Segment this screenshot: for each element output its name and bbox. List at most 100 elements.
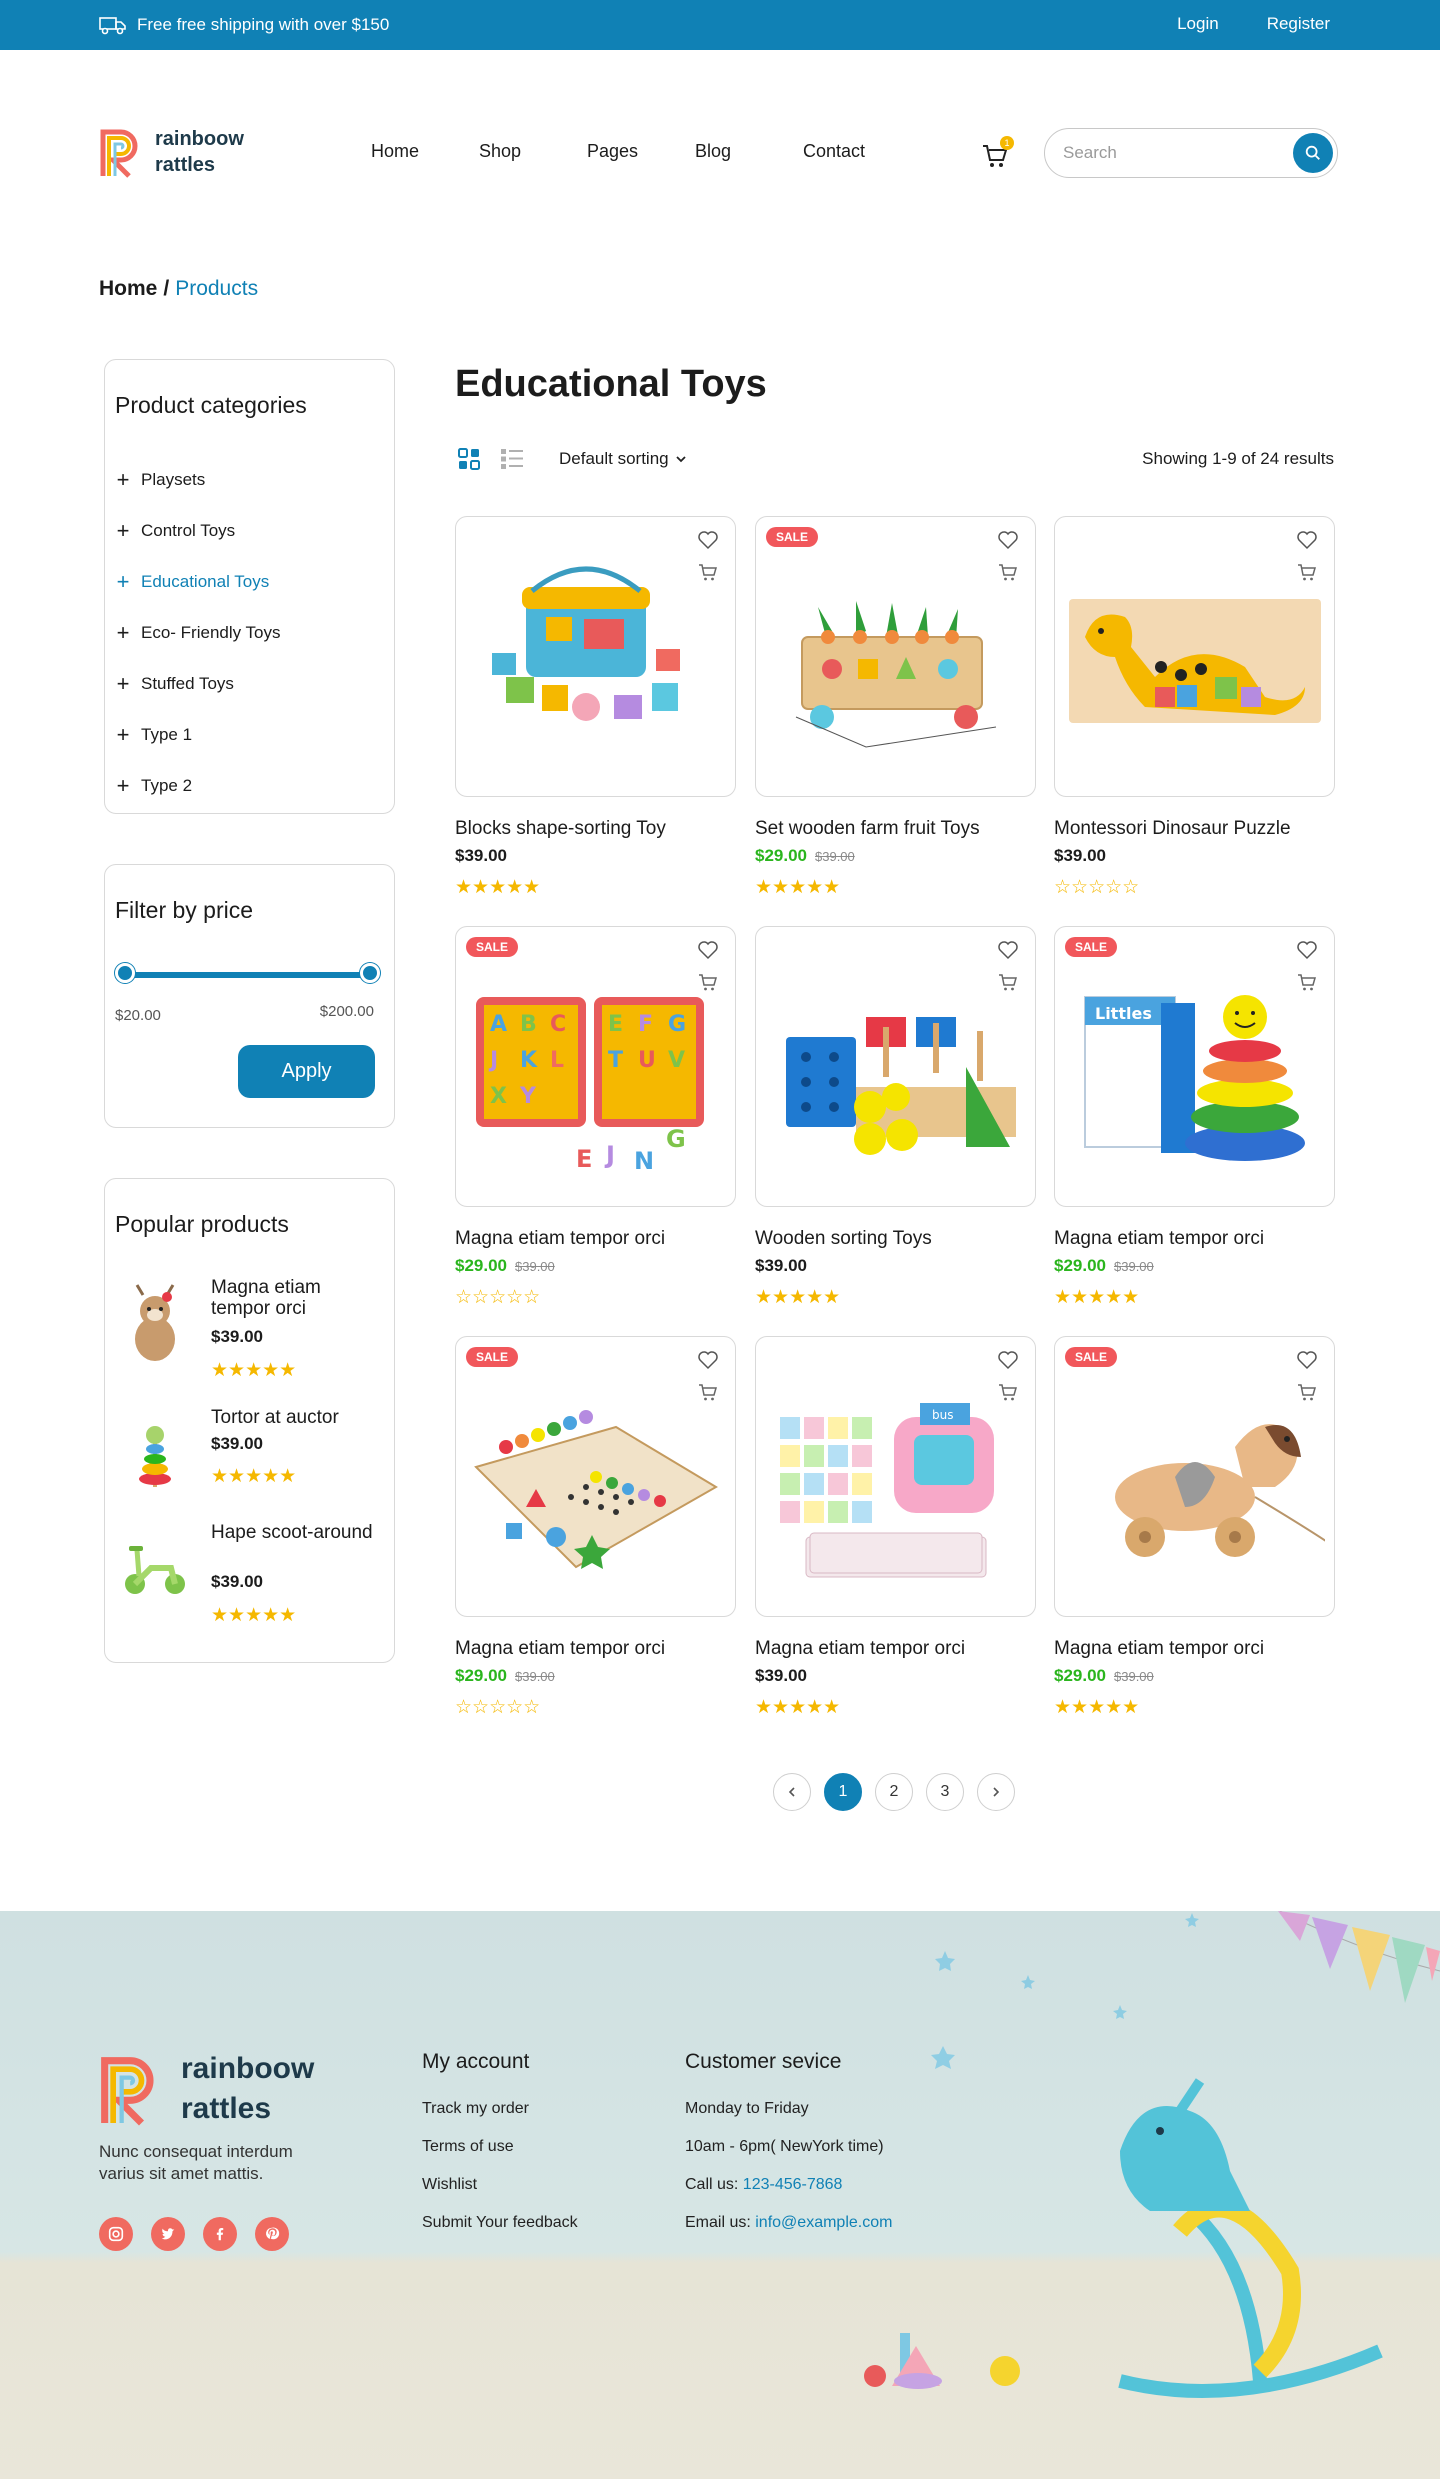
price-min-handle[interactable] (115, 963, 135, 983)
product-name[interactable]: Magna etiam tempor orci (455, 1228, 665, 1250)
page-button-2[interactable]: 2 (875, 1773, 913, 1811)
product-name[interactable]: Magna etiam tempor orci (455, 1638, 665, 1660)
product-name[interactable]: Magna etiam tempor orci (1054, 1638, 1264, 1660)
product-image-stacking-rings[interactable]: Littles (1065, 967, 1325, 1187)
product-image-dinosaur-puzzle[interactable] (1065, 557, 1325, 777)
apply-filter-button[interactable]: Apply (238, 1045, 375, 1098)
category-label: Playsets (141, 469, 206, 489)
product-name[interactable]: Wooden sorting Toys (755, 1228, 932, 1250)
product-card[interactable]: SALE (455, 1336, 736, 1617)
product-image-wooden-carrot-cart[interactable] (766, 557, 1026, 777)
wishlist-heart-icon[interactable] (697, 939, 719, 961)
page-button-1[interactable]: 1 (824, 1773, 862, 1811)
search-input[interactable] (1063, 141, 1273, 165)
wishlist-heart-icon[interactable] (997, 1349, 1019, 1371)
breadcrumb-home[interactable]: Home (99, 277, 157, 300)
shipping-text: Free free shipping with over $150 (137, 15, 390, 34)
wishlist-heart-icon[interactable] (1296, 529, 1318, 551)
wishlist-heart-icon[interactable] (1296, 939, 1318, 961)
category-item[interactable]: + Playsets (115, 454, 281, 505)
grid-view-icon[interactable] (458, 448, 480, 470)
add-to-cart-icon[interactable] (1296, 561, 1318, 583)
footer-link-feedback[interactable]: Submit Your feedback (422, 2214, 578, 2231)
breadcrumb-separator: / (163, 277, 170, 300)
product-card[interactable]: SALE (755, 516, 1036, 797)
facebook-icon[interactable] (203, 2217, 237, 2251)
add-to-cart-icon[interactable] (997, 971, 1019, 993)
product-name[interactable]: Magna etiam tempor orci (1054, 1228, 1264, 1250)
product-card[interactable] (755, 926, 1036, 1207)
popular-product-name[interactable]: Hape scoot-around (211, 1522, 381, 1543)
cart-button[interactable]: 1 (980, 136, 1014, 170)
product-card[interactable]: Littles SALE (1054, 926, 1335, 1207)
nav-shop[interactable]: Shop (479, 141, 587, 162)
category-item[interactable]: + Control Toys (115, 505, 281, 556)
add-to-cart-icon[interactable] (1296, 1381, 1318, 1403)
add-to-cart-icon[interactable] (997, 1381, 1019, 1403)
popular-product-item[interactable]: Hape scoot-around $39.00 ★★★★★ (115, 1522, 385, 1632)
instagram-icon[interactable] (99, 2217, 133, 2251)
site-logo[interactable]: rainboow rattles (99, 126, 244, 178)
wishlist-heart-icon[interactable] (1296, 1349, 1318, 1371)
category-item[interactable]: + Type 1 (115, 709, 281, 760)
nav-home[interactable]: Home (371, 141, 479, 162)
product-name[interactable]: Set wooden farm fruit Toys (755, 818, 980, 840)
next-page-button[interactable] (977, 1773, 1015, 1811)
product-name[interactable]: Magna etiam tempor orci (755, 1638, 965, 1660)
footer-link-terms[interactable]: Terms of use (422, 2138, 514, 2155)
add-to-cart-icon[interactable] (997, 561, 1019, 583)
wishlist-heart-icon[interactable] (697, 529, 719, 551)
category-item[interactable]: + Eco- Friendly Toys (115, 607, 281, 658)
add-to-cart-icon[interactable] (697, 971, 719, 993)
sorting-dropdown[interactable]: Default sorting (559, 449, 687, 469)
phone-link[interactable]: 123-456-7868 (743, 2176, 843, 2193)
product-image-counting-pegboard[interactable] (466, 1377, 726, 1597)
product-image-wooden-pull-dog[interactable] (1065, 1377, 1325, 1597)
category-item[interactable]: + Type 2 (115, 760, 281, 811)
product-card[interactable] (455, 516, 736, 797)
product-card[interactable]: A B C J K L X Y E F G T U V E J N G SALE (455, 926, 736, 1207)
nav-pages[interactable]: Pages (587, 141, 695, 162)
footer-logo[interactable]: rainboow rattles (99, 2049, 314, 2129)
plus-icon: + (116, 517, 130, 543)
wishlist-heart-icon[interactable] (997, 529, 1019, 551)
product-name[interactable]: Montessori Dinosaur Puzzle (1054, 818, 1291, 840)
nav-contact[interactable]: Contact (803, 141, 911, 162)
list-view-icon[interactable] (500, 448, 524, 470)
product-image-shape-sorter-bucket[interactable] (466, 557, 726, 777)
page-button-3[interactable]: 3 (926, 1773, 964, 1811)
category-item[interactable]: + Educational Toys (115, 556, 281, 607)
footer-link-track-order[interactable]: Track my order (422, 2100, 529, 2117)
popular-product-name[interactable]: Magna etiam tempor orci (211, 1277, 381, 1319)
price-range-track (119, 972, 375, 978)
wishlist-heart-icon[interactable] (697, 1349, 719, 1371)
popular-product-item[interactable]: Tortor at auctor $39.00 ★★★★★ (115, 1407, 385, 1497)
product-card[interactable]: bus (755, 1336, 1036, 1617)
pinterest-icon[interactable] (255, 2217, 289, 2251)
category-label: Stuffed Toys (141, 673, 234, 693)
search-button[interactable] (1293, 133, 1333, 173)
add-to-cart-icon[interactable] (697, 561, 719, 583)
add-to-cart-icon[interactable] (697, 1381, 719, 1403)
product-image-talking-flash-cards[interactable]: bus (766, 1377, 1026, 1597)
prev-page-button[interactable] (773, 1773, 811, 1811)
popular-product-name[interactable]: Tortor at auctor (211, 1407, 381, 1428)
product-categories-panel: Product categories + Playsets + Control Toy… (104, 359, 395, 814)
add-to-cart-icon[interactable] (1296, 971, 1318, 993)
popular-product-item[interactable]: Magna etiam tempor orci $39.00 ★★★★★ (115, 1277, 385, 1387)
product-image-alphabet-puzzle[interactable]: A B CJ K LX YE F GT U VE J NG (466, 967, 726, 1187)
twitter-icon[interactable] (151, 2217, 185, 2251)
product-card[interactable] (1054, 516, 1335, 797)
email-link[interactable]: info@example.com (755, 2214, 892, 2231)
login-link[interactable]: Login (1177, 14, 1219, 34)
nav-blog[interactable]: Blog (695, 141, 803, 162)
product-image-peg-sorting-board[interactable] (766, 967, 1026, 1187)
category-item[interactable]: + Stuffed Toys (115, 658, 281, 709)
product-card[interactable]: SALE (1054, 1336, 1335, 1617)
footer-link-wishlist[interactable]: Wishlist (422, 2176, 477, 2193)
register-link[interactable]: Register (1267, 14, 1330, 34)
product-name[interactable]: Blocks shape-sorting Toy (455, 818, 666, 840)
svg-text:N: N (634, 1147, 654, 1175)
price-max-handle[interactable] (360, 963, 380, 983)
wishlist-heart-icon[interactable] (997, 939, 1019, 961)
